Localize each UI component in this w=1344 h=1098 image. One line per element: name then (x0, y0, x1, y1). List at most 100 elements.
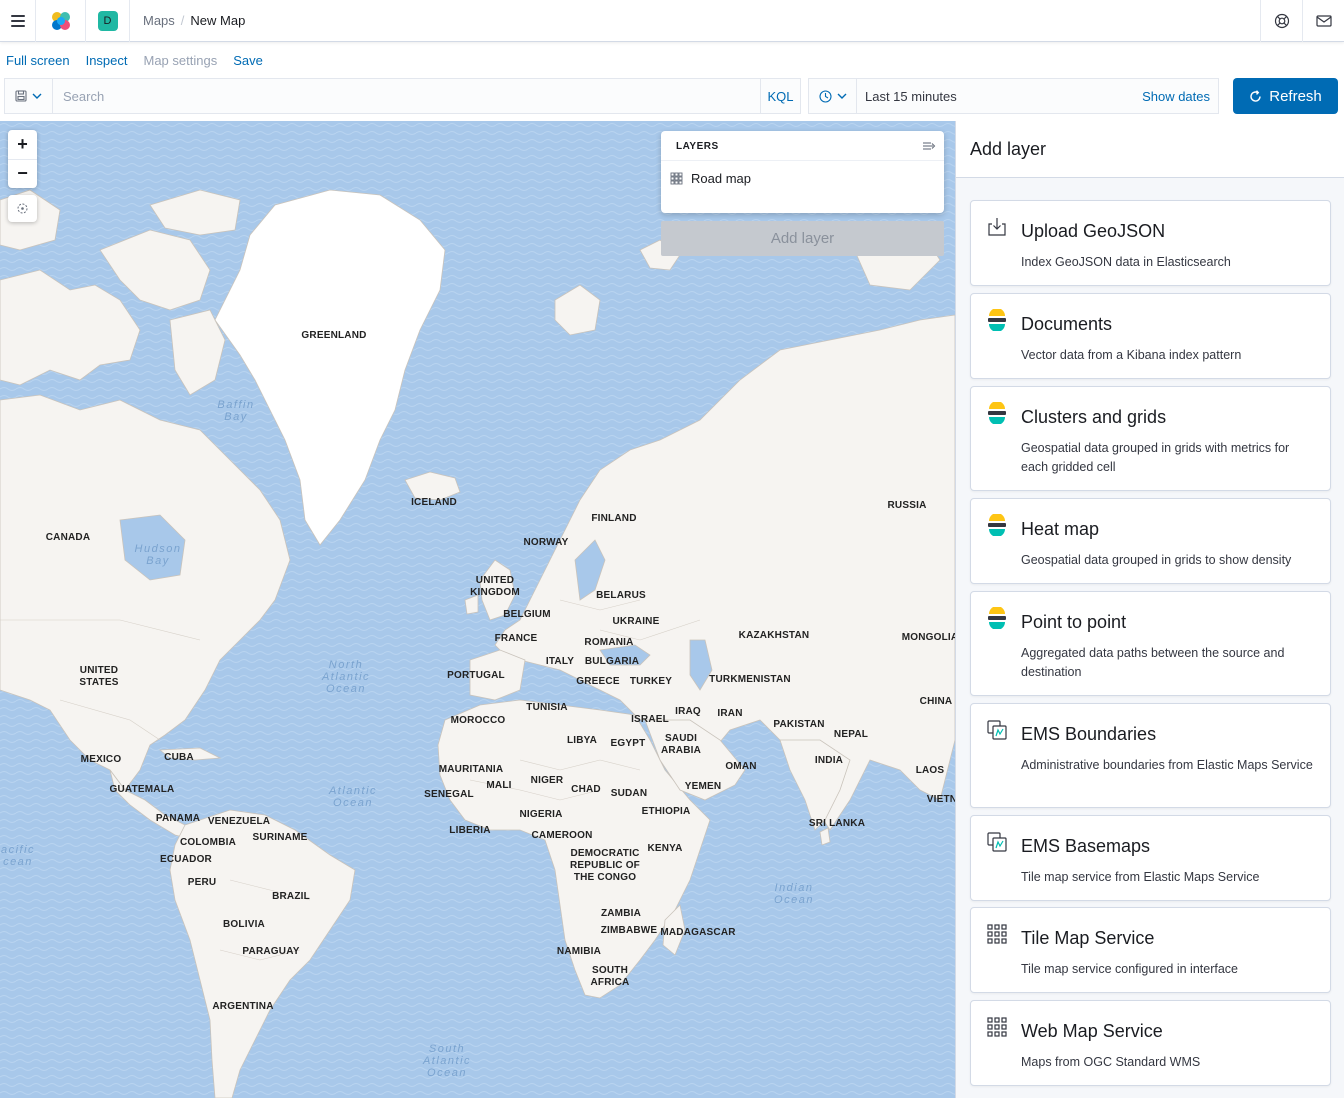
show-dates-link[interactable]: Show dates (1142, 89, 1218, 104)
card-title: Point to point (1021, 612, 1127, 632)
card-description: Vector data from a Kibana index pattern (1021, 348, 1242, 362)
map-label-argentina: ARGENTINA (212, 1001, 274, 1012)
time-range-label[interactable]: Last 15 minutes (857, 89, 1142, 104)
kibana-logo-icon[interactable] (36, 0, 86, 42)
map-label-brazil: BRAZIL (272, 891, 310, 902)
map-label-nigeria: NIGERIA (519, 809, 563, 820)
flyout-header: Add layer (956, 121, 1344, 178)
card-title: Documents (1021, 314, 1113, 334)
map-label-zambia: ZAMBIA (600, 908, 642, 919)
map-label-cameroon: CAMEROON (531, 830, 593, 841)
card-description: Tile map service configured in interface (1021, 962, 1238, 976)
quick-time-menu-button[interactable] (809, 79, 857, 113)
card-clusters-and-grids[interactable]: Clusters and grids Geospatial data group… (970, 386, 1331, 491)
map-label-sudan: SUDAN (610, 788, 648, 799)
zoom-out-button[interactable]: − (8, 158, 37, 189)
map-label-laos: LAOS (915, 765, 945, 776)
inspect-link[interactable]: Inspect (86, 53, 128, 68)
newsfeed-icon[interactable] (1302, 0, 1344, 42)
map-canvas[interactable]: GREENLAND ICELAND RUSSIA FINLAND CANADA … (0, 121, 955, 1098)
map-label-iceland: ICELAND (411, 497, 457, 508)
elasticsearch-icon (988, 607, 1006, 629)
map-label-liberia: LIBERIA (449, 825, 491, 836)
refresh-label: Refresh (1269, 87, 1322, 105)
zoom-in-button[interactable]: + (8, 130, 37, 159)
save-icon (15, 90, 27, 102)
basemap (0, 121, 955, 1098)
elasticsearch-icon (988, 402, 1006, 424)
card-web-map-service[interactable]: Web Map Service Maps from OGC Standard W… (970, 1000, 1331, 1086)
card-upload-geojson[interactable]: Upload GeoJSON Index GeoJSON data in Ela… (970, 200, 1331, 286)
layers-title: LAYERS (676, 141, 719, 152)
card-description: Maps from OGC Standard WMS (1021, 1055, 1201, 1069)
map-label-egypt: EGYPT (610, 738, 646, 749)
refresh-button[interactable]: Refresh (1233, 78, 1338, 114)
space-avatar: D (97, 10, 118, 31)
map-label-peru: PERU (187, 877, 217, 888)
map-label-ukraine: UKRAINE (612, 616, 660, 627)
upload-icon (988, 218, 1006, 236)
map-label-pacific-ocean: acific cean (0, 844, 36, 868)
card-description: Geospatial data grouped in grids with me… (1021, 441, 1290, 474)
card-title: Heat map (1021, 519, 1100, 539)
elasticsearch-icon (988, 309, 1006, 331)
card-description: Administrative boundaries from Elastic M… (1021, 758, 1313, 772)
map-label-venezuela: VENEZUELA (207, 816, 271, 827)
search-input[interactable] (53, 79, 760, 113)
save-link[interactable]: Save (233, 53, 263, 68)
map-label-colombia: COLOMBIA (179, 837, 237, 848)
map-label-paraguay: PARAGUAY (242, 946, 300, 957)
map-label-kazakhstan: KAZAKHSTAN (738, 630, 810, 641)
map-label-turkmenistan: TURKMENISTAN (709, 674, 791, 685)
query-language-button[interactable]: KQL (760, 79, 800, 113)
add-layer-button[interactable]: Add layer (661, 221, 944, 256)
app-header: D Maps / New Map (0, 0, 1344, 42)
map-settings-link[interactable]: Map settings (144, 53, 218, 68)
map-label-hudson-bay: Hudson Bay (134, 543, 182, 567)
card-ems-basemaps[interactable]: EMS Basemaps Tile map service from Elast… (970, 815, 1331, 901)
map-label-dr-congo: DEMOCRATIC REPUBLIC OF THE CONGO (570, 848, 640, 883)
draw-tools-button[interactable] (8, 195, 37, 222)
map-label-atlantic-ocean: Atlantic Ocean (328, 785, 378, 809)
layer-item-road-map[interactable]: Road map (670, 171, 751, 186)
breadcrumb-separator: / (180, 13, 185, 28)
breadcrumb-maps[interactable]: Maps (143, 13, 175, 28)
layer-label: Road map (691, 171, 751, 186)
ems-icon (987, 832, 1007, 852)
map-label-finland: FINLAND (591, 513, 637, 524)
map-label-united-kingdom: UNITED KINGDOM (470, 575, 520, 598)
card-point-to-point[interactable]: Point to point Aggregated data paths bet… (970, 591, 1331, 696)
card-description: Index GeoJSON data in Elasticsearch (1021, 255, 1231, 269)
collapse-layers-icon[interactable] (922, 139, 936, 157)
card-title: Upload GeoJSON (1021, 221, 1166, 241)
map-label-china: CHINA (919, 696, 953, 707)
card-title: EMS Basemaps (1021, 836, 1151, 856)
card-title: Tile Map Service (1021, 928, 1155, 948)
add-layer-flyout: Add layer Upload GeoJSON Index GeoJSON d… (955, 121, 1344, 1098)
full-screen-link[interactable]: Full screen (6, 53, 70, 68)
card-documents[interactable]: Documents Vector data from a Kibana inde… (970, 293, 1331, 379)
flyout-title: Add layer (970, 139, 1047, 159)
map-label-kenya: KENYA (647, 843, 683, 854)
space-selector[interactable]: D (86, 0, 130, 42)
chevron-down-icon (32, 93, 42, 99)
card-ems-boundaries[interactable]: EMS Boundaries Administrative boundaries… (970, 703, 1331, 808)
layer-control-panel: LAYERS Road map (661, 131, 944, 213)
map-label-norway: NORWAY (523, 537, 569, 548)
map-label-pakistan: PAKISTAN (773, 719, 825, 730)
map-label-indian-ocean: Indian Ocean (774, 882, 814, 906)
map-label-tunisia: TUNISIA (526, 702, 568, 713)
map-label-mauritania: MAURITANIA (438, 764, 504, 775)
chevron-down-icon (837, 93, 846, 99)
map-label-saudi-arabia: SAUDI ARABIA (660, 733, 702, 756)
menu-icon[interactable] (0, 0, 36, 42)
card-tile-map-service[interactable]: Tile Map Service Tile map service config… (970, 907, 1331, 993)
map-label-turkey: TURKEY (629, 676, 673, 687)
help-icon[interactable] (1260, 0, 1302, 42)
map-label-mali: MALI (486, 780, 512, 791)
map-label-iran: IRAN (717, 708, 743, 719)
clock-icon (818, 89, 832, 103)
map-label-vietnam: VIETN (926, 794, 955, 805)
saved-query-button[interactable] (5, 79, 53, 113)
card-heat-map[interactable]: Heat map Geospatial data grouped in grid… (970, 498, 1331, 584)
